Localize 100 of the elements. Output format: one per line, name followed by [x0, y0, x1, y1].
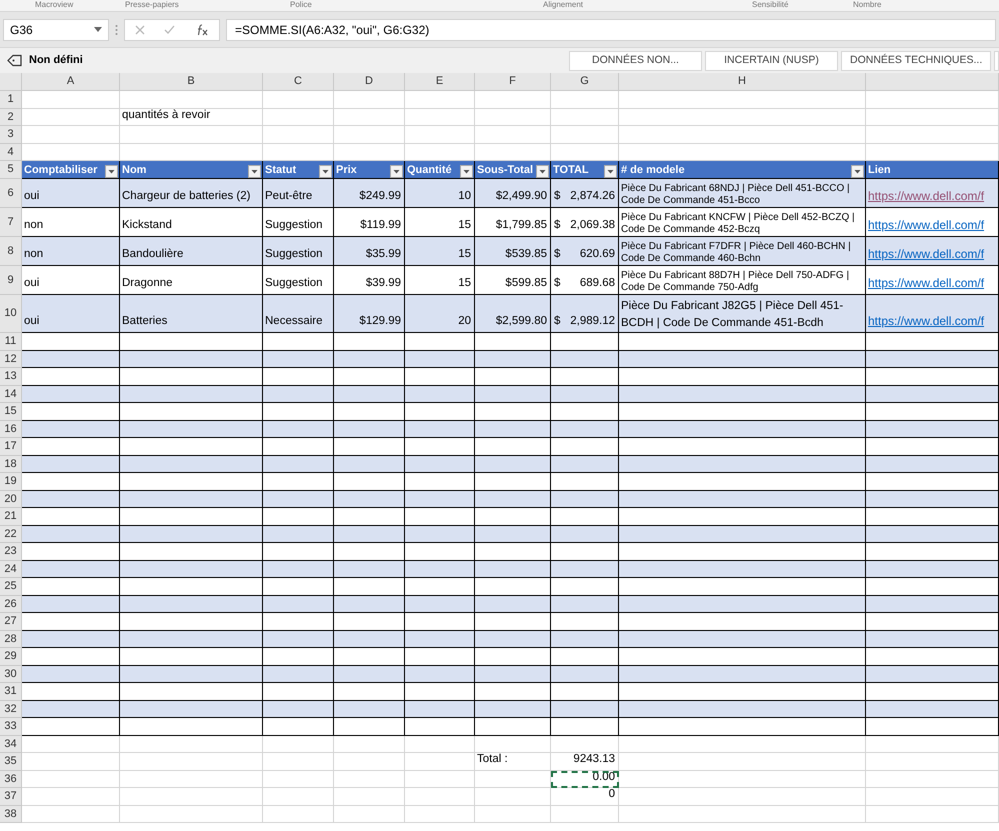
filter-dropdown-icon[interactable] [604, 165, 617, 178]
row-header[interactable]: 14 [0, 386, 22, 403]
table-cell [551, 126, 619, 144]
table-cell [405, 91, 475, 108]
table-cell: $ 620.69 [551, 237, 619, 266]
table-cell [263, 736, 334, 753]
row-header[interactable]: 36 [0, 770, 22, 788]
table-cell [551, 806, 619, 823]
name-box[interactable]: G36 [3, 18, 109, 40]
row-header[interactable]: 21 [0, 508, 22, 526]
row-header[interactable]: 5 [0, 161, 22, 179]
more-icon [115, 24, 118, 36]
table-cell [263, 108, 334, 126]
filter-dropdown-icon[interactable] [460, 165, 473, 178]
row-header[interactable]: 23 [0, 543, 22, 560]
filter-dropdown-icon[interactable] [390, 165, 403, 178]
row-header[interactable]: 34 [0, 736, 22, 753]
table-cell: Batteries [120, 295, 263, 333]
filter-dropdown-icon[interactable] [248, 165, 261, 178]
column-header[interactable]: H [619, 73, 866, 91]
column-header[interactable]: E [405, 73, 475, 91]
column-header[interactable]: G [551, 73, 619, 91]
row-header[interactable]: 28 [0, 630, 22, 648]
row-header[interactable]: 2 [0, 108, 22, 126]
row-header[interactable]: 38 [0, 806, 22, 823]
table-cell: 10 [405, 179, 475, 208]
row-header[interactable]: 18 [0, 456, 22, 473]
table-cell [405, 666, 475, 683]
table-cell [263, 770, 334, 788]
table-cell [405, 788, 475, 806]
row-header[interactable]: 29 [0, 648, 22, 666]
table-cell [263, 438, 334, 456]
row-header[interactable]: 10 [0, 295, 22, 333]
function-icon[interactable] [195, 24, 210, 36]
filter-dropdown-icon[interactable] [536, 165, 549, 178]
check-icon[interactable] [164, 25, 176, 34]
column-header[interactable]: A [22, 73, 120, 91]
row-header[interactable]: 26 [0, 596, 22, 613]
column-title-cell: TOTAL [551, 161, 619, 179]
table-cell [551, 456, 619, 473]
row-header[interactable]: 19 [0, 473, 22, 490]
sensitivity-button[interactable]: INCERTAIN (NUSP) [705, 50, 838, 70]
table-cell: Peut-être [263, 179, 334, 208]
table-cell [263, 473, 334, 490]
table-cell [405, 403, 475, 420]
table-cell: $119.99 [334, 208, 405, 237]
row-header[interactable]: 13 [0, 368, 22, 386]
row-header[interactable]: 7 [0, 208, 22, 237]
row-header[interactable]: 12 [0, 350, 22, 368]
table-cell: $ 2,874.26 [551, 179, 619, 208]
row-header[interactable]: 24 [0, 560, 22, 578]
column-header[interactable]: C [263, 73, 334, 91]
row-header[interactable]: 1 [0, 91, 22, 108]
row-header[interactable]: 17 [0, 438, 22, 456]
table-cell [334, 508, 405, 526]
table-cell: 0 [551, 788, 619, 806]
formula-field[interactable]: =SOMME.SI(A6:A32, "oui", G6:G32) [226, 18, 996, 40]
table-cell [334, 490, 405, 508]
table-cell [551, 560, 619, 578]
table-cell [334, 438, 405, 456]
row-header[interactable]: 33 [0, 718, 22, 736]
table-cell [263, 560, 334, 578]
row-header[interactable]: 4 [0, 144, 22, 161]
ribbon-group-label: Presse-papiers [125, 0, 179, 9]
table-cell [263, 613, 334, 630]
filter-dropdown-icon[interactable] [105, 165, 118, 178]
table-cell [405, 526, 475, 543]
row-header[interactable]: 27 [0, 613, 22, 630]
row-header[interactable]: 25 [0, 578, 22, 596]
row-header[interactable]: 9 [0, 266, 22, 295]
row-header[interactable]: 20 [0, 490, 22, 508]
sensitivity-button[interactable]: DONNÉES NON... [569, 50, 702, 70]
row-header[interactable]: 32 [0, 700, 22, 718]
row-header[interactable]: 37 [0, 788, 22, 806]
sensitivity-button[interactable]: DONNÉES TECHNIQUES... [841, 50, 992, 70]
table-cell [263, 718, 334, 736]
column-header[interactable]: F [475, 73, 551, 91]
row-header[interactable]: 11 [0, 333, 22, 350]
dropdown-icon[interactable] [94, 27, 102, 32]
row-header[interactable]: 35 [0, 753, 22, 770]
table-cell: Pièce Du Fabricant KNCFW | Pièce Dell 452-BCZQ | Code De Commande 452-Bczq [619, 208, 866, 237]
row-header[interactable]: 16 [0, 420, 22, 438]
table-cell [263, 683, 334, 700]
row-header[interactable]: 15 [0, 403, 22, 420]
column-header[interactable]: D [334, 73, 405, 91]
filter-dropdown-icon[interactable] [851, 165, 864, 178]
link[interactable]: https://www.dell.com/f [868, 274, 984, 292]
row-header[interactable]: 30 [0, 666, 22, 683]
row-header[interactable]: 3 [0, 126, 22, 144]
column-header[interactable]: B [120, 73, 263, 91]
row-header[interactable]: 22 [0, 526, 22, 543]
table-cell [405, 770, 475, 788]
table-cell [263, 526, 334, 543]
row-header[interactable]: 31 [0, 683, 22, 700]
table-cell [263, 456, 334, 473]
row-header[interactable]: 8 [0, 237, 22, 266]
filter-dropdown-icon[interactable] [319, 165, 332, 178]
link[interactable]: https://www.dell.com/f [868, 216, 984, 234]
row-header[interactable]: 6 [0, 179, 22, 208]
table-cell [263, 508, 334, 526]
